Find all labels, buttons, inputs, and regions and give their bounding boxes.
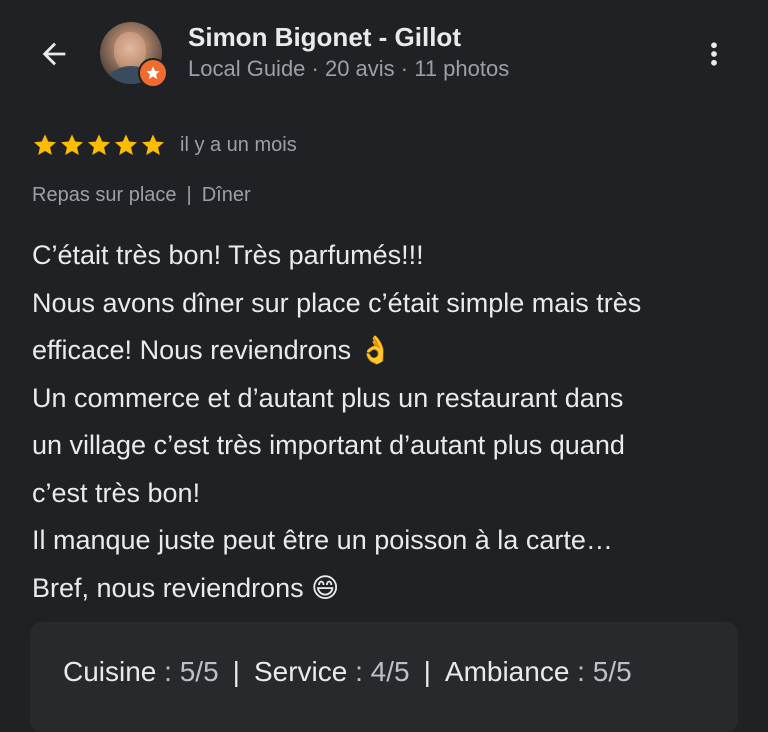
review-line: C’était très bon! Très parfumés!!!: [32, 240, 424, 270]
score-value-service: 4/5: [370, 656, 410, 687]
more-vertical-icon: [711, 42, 717, 66]
score-value-ambiance: 5/5: [592, 656, 632, 687]
local-guide-badge-icon: [138, 58, 168, 88]
star-icon: [61, 134, 83, 156]
review-line: efficace! Nous reviendrons 👌: [32, 335, 393, 365]
score-label-cuisine: Cuisine: [63, 656, 157, 687]
more-options-button[interactable]: [690, 30, 738, 78]
review-line: un village c’est très important d’autant…: [32, 430, 625, 460]
review-header: Simon Bigonet - Gillot Local Guide · 20 …: [0, 0, 768, 110]
star-icon: [88, 134, 110, 156]
review-time: il y a un mois: [180, 133, 297, 156]
user-meta: Local Guide · 20 avis · 11 photos: [188, 56, 510, 81]
arrow-left-icon: [42, 42, 66, 66]
tag-separator: |: [186, 184, 192, 206]
rating-row: il y a un mois: [32, 130, 297, 160]
review-line: Un commerce et d’autant plus un restaura…: [32, 382, 624, 413]
review-line: Bref, nous reviendrons 😄: [32, 572, 340, 603]
review-text: C’était très bon! Très parfumés!!! Nous …: [32, 232, 752, 612]
star-icon: [34, 134, 56, 156]
star-icon: [115, 134, 137, 156]
visit-tags: Repas sur place | Dîner: [32, 184, 251, 207]
score-summary: Cuisine : 5/5 | Service : 4/5 | Ambiance : 5…: [63, 656, 632, 687]
tag-meal-time: Dîner: [201, 184, 251, 206]
review-line: c’est très bon!: [32, 477, 201, 508]
user-name[interactable]: Simon Bigonet - Gillot: [188, 22, 461, 53]
tag-meal-type: Repas sur place: [32, 184, 177, 206]
star-icon: [142, 134, 164, 156]
score-value-cuisine: 5/5: [179, 656, 219, 687]
review-line: Il manque juste peut être un poisson à l…: [32, 525, 613, 555]
score-summary-card: Cuisine : 5/5 | Service : 4/5 | Ambiance : 5…: [30, 622, 738, 732]
star-rating: [32, 132, 166, 158]
score-label-ambiance: Ambiance: [444, 656, 570, 687]
review-line: Nous avons dîner sur place c’était simpl…: [32, 287, 642, 318]
score-label-service: Service: [253, 656, 348, 687]
back-button[interactable]: [30, 30, 78, 78]
